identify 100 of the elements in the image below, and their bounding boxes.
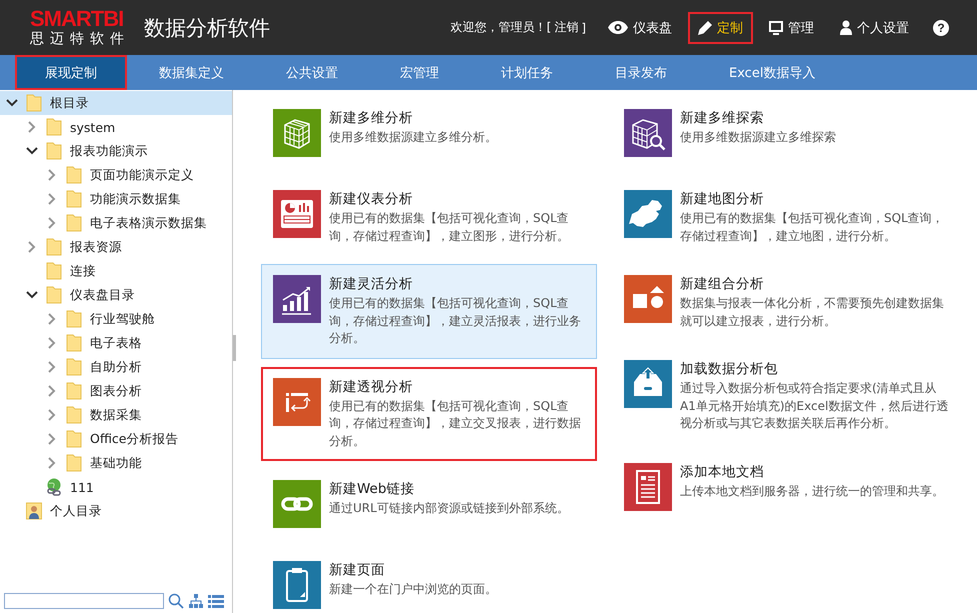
nav-tab[interactable]: 数据集定义 — [129, 55, 254, 90]
tree-row[interactable]: 数据采集 — [0, 403, 232, 427]
feature-card[interactable]: 新建仪表分析 使用已有的数据集【包括可视化查询，SQL查询，存储过程查询】，建立图形，进行分析。 — [261, 179, 597, 256]
tree-item-label[interactable]: 基础功能 — [90, 454, 142, 472]
tree-row[interactable]: 仪表盘目录 — [0, 283, 232, 307]
chevron-right-icon[interactable] — [46, 361, 58, 373]
shapes-icon[interactable] — [624, 275, 672, 323]
tree-item-label[interactable]: 行业驾驶舱 — [90, 310, 155, 328]
upload-box-icon[interactable] — [624, 360, 672, 408]
card-title[interactable]: 新建组合分析 — [680, 275, 950, 293]
chevron-right-icon[interactable] — [26, 121, 38, 133]
nav-tab[interactable]: 展现定制 — [15, 55, 127, 90]
tree-row[interactable]: 自助分析 — [0, 355, 232, 379]
tree-item-label[interactable]: 111 — [70, 480, 94, 494]
chevron-right-icon[interactable] — [26, 241, 38, 253]
tree-row[interactable]: 行业驾驶舱 — [0, 307, 232, 331]
chevron-down-icon[interactable] — [26, 145, 38, 157]
logout-link[interactable]: 注销 — [554, 19, 578, 36]
tree-item-label[interactable]: 电子表格 — [90, 334, 142, 352]
chevron-right-icon[interactable] — [46, 457, 58, 469]
map-shape-icon[interactable] — [624, 190, 672, 238]
header-menu-item[interactable]: 仪表盘 — [598, 12, 682, 44]
tree-row[interactable]: 报表资源 — [0, 235, 232, 259]
chevron-right-icon[interactable] — [46, 433, 58, 445]
feature-card[interactable]: 新建灵活分析 使用已有的数据集【包括可视化查询，SQL查询，存储过程查询】，建立灵活报表，进行业务分析。 — [261, 264, 597, 358]
nav-tab[interactable]: Excel数据导入 — [699, 55, 846, 90]
nav-tab[interactable]: 计划任务 — [471, 55, 583, 90]
cube-icon[interactable] — [273, 109, 321, 157]
chevron-right-icon[interactable] — [46, 313, 58, 325]
card-title[interactable]: 新建灵活分析 — [329, 275, 585, 293]
chart-panel-icon[interactable] — [273, 190, 321, 238]
tree-item-label[interactable]: system — [70, 120, 116, 134]
tree-row[interactable]: 图表分析 — [0, 379, 232, 403]
tree-item-label[interactable]: 报表资源 — [70, 238, 122, 256]
card-title[interactable]: 新建页面 — [329, 561, 497, 579]
highlight-frame[interactable]: 新建透视分析 使用已有的数据集【包括可视化查询，SQL查询，存储过程查询】，建立交叉报表，进行数据分析。 — [261, 366, 597, 461]
tree-item-label[interactable]: 个人目录 — [50, 502, 102, 520]
document-icon[interactable] — [624, 462, 672, 510]
tree-item-label[interactable]: 连接 — [70, 262, 96, 280]
chevron-right-icon[interactable] — [46, 337, 58, 349]
card-title[interactable]: 新建仪表分析 — [329, 190, 585, 208]
feature-card[interactable]: 加载数据分析包 通过导入数据分析包或符合指定要求(清单式且从A1单元格开始填充)的Excel数据文件，然后进行透视分析或与其它表数据关联后再作分析。 — [612, 349, 962, 444]
tree-item-label[interactable]: 仪表盘目录 — [70, 286, 135, 304]
feature-card[interactable]: 新建Web链接 通过URL可链接内部资源或链接到外部系统。 — [261, 469, 597, 542]
feature-card[interactable]: 新建页面 新建一个在门户中浏览的页面。 — [261, 550, 597, 613]
search-field[interactable] — [4, 593, 164, 609]
list-view-icon[interactable] — [208, 593, 224, 609]
tree-row[interactable]: 报表功能演示 — [0, 139, 232, 163]
tree-item-label[interactable]: 报表功能演示 — [70, 142, 148, 160]
chevron-right-icon[interactable] — [46, 217, 58, 229]
nav-tab[interactable]: 目录发布 — [585, 55, 697, 90]
help-button[interactable]: ? — [933, 20, 949, 36]
clipboard-icon[interactable] — [273, 561, 321, 609]
search-icon[interactable] — [168, 593, 184, 609]
tree-row[interactable]: 个人目录 — [0, 499, 232, 523]
tree-row[interactable]: system — [0, 115, 232, 139]
chain-link-icon[interactable] — [273, 480, 321, 528]
tree-view-icon[interactable] — [188, 593, 204, 609]
tree-item-label[interactable]: 功能演示数据集 — [90, 190, 181, 208]
card-title[interactable]: 新建Web链接 — [329, 480, 569, 498]
tree-item-label[interactable]: Office分析报告 — [90, 430, 178, 448]
nav-tab[interactable]: 宏管理 — [370, 55, 469, 90]
card-title[interactable]: 新建透视分析 — [329, 378, 585, 396]
tree-row[interactable]: 111 — [0, 475, 232, 499]
chevron-down-icon[interactable] — [6, 97, 18, 109]
card-title[interactable]: 新建地图分析 — [680, 190, 950, 208]
tree-row[interactable]: 功能演示数据集 — [0, 187, 232, 211]
header-menu-item[interactable]: 管理 — [759, 12, 824, 44]
chevron-right-icon[interactable] — [46, 385, 58, 397]
feature-card[interactable]: 新建地图分析 使用已有的数据集【包括可视化查询，SQL查询，存储过程查询】，建立地图，进行分析。 — [612, 179, 962, 256]
tree-row[interactable]: Office分析报告 — [0, 427, 232, 451]
feature-card[interactable]: 新建多维分析 使用多维数据源建立多维分析。 — [261, 98, 597, 171]
card-title[interactable]: 新建多维分析 — [329, 109, 497, 127]
tree-item-label[interactable]: 自助分析 — [90, 358, 142, 376]
tree-row[interactable]: 连接 — [0, 259, 232, 283]
chevron-right-icon[interactable] — [46, 409, 58, 421]
tree-row[interactable]: 页面功能演示定义 — [0, 163, 232, 187]
tree-row[interactable]: 根目录 — [0, 91, 232, 115]
tree-item-label[interactable]: 页面功能演示定义 — [90, 166, 194, 184]
chevron-right-icon[interactable] — [46, 193, 58, 205]
tree-item-label[interactable]: 电子表格演示数据集 — [90, 214, 207, 232]
card-title[interactable]: 添加本地文档 — [680, 462, 944, 480]
tree-item-label[interactable]: 图表分析 — [90, 382, 142, 400]
tree-row[interactable]: 基础功能 — [0, 451, 232, 475]
card-title[interactable]: 加载数据分析包 — [680, 360, 950, 378]
feature-card[interactable]: 添加本地文档 上传本地文档到服务器，进行统一的管理和共享。 — [612, 452, 962, 524]
header-menu-item[interactable]: 个人设置 — [830, 12, 919, 44]
feature-card[interactable]: 新建组合分析 数据集与报表一体化分析，不需要预先创建数据集就可以建立报表，进行分析。 — [612, 264, 962, 341]
splitter-handle[interactable] — [233, 335, 236, 361]
nav-tab[interactable]: 公共设置 — [256, 55, 368, 90]
pivot-table-icon[interactable] — [273, 378, 321, 426]
tree-item-label[interactable]: 数据采集 — [90, 406, 142, 424]
header-menu-item[interactable]: 定制 — [688, 12, 753, 44]
bar-chart-icon[interactable] — [273, 275, 321, 323]
chevron-down-icon[interactable] — [26, 289, 38, 301]
tree-row[interactable]: 电子表格演示数据集 — [0, 211, 232, 235]
tree-item-label[interactable]: 根目录 — [50, 94, 89, 112]
card-title[interactable]: 新建多维探索 — [680, 109, 836, 127]
tree-row[interactable]: 电子表格 — [0, 331, 232, 355]
cube-magnifier-icon[interactable] — [624, 109, 672, 157]
